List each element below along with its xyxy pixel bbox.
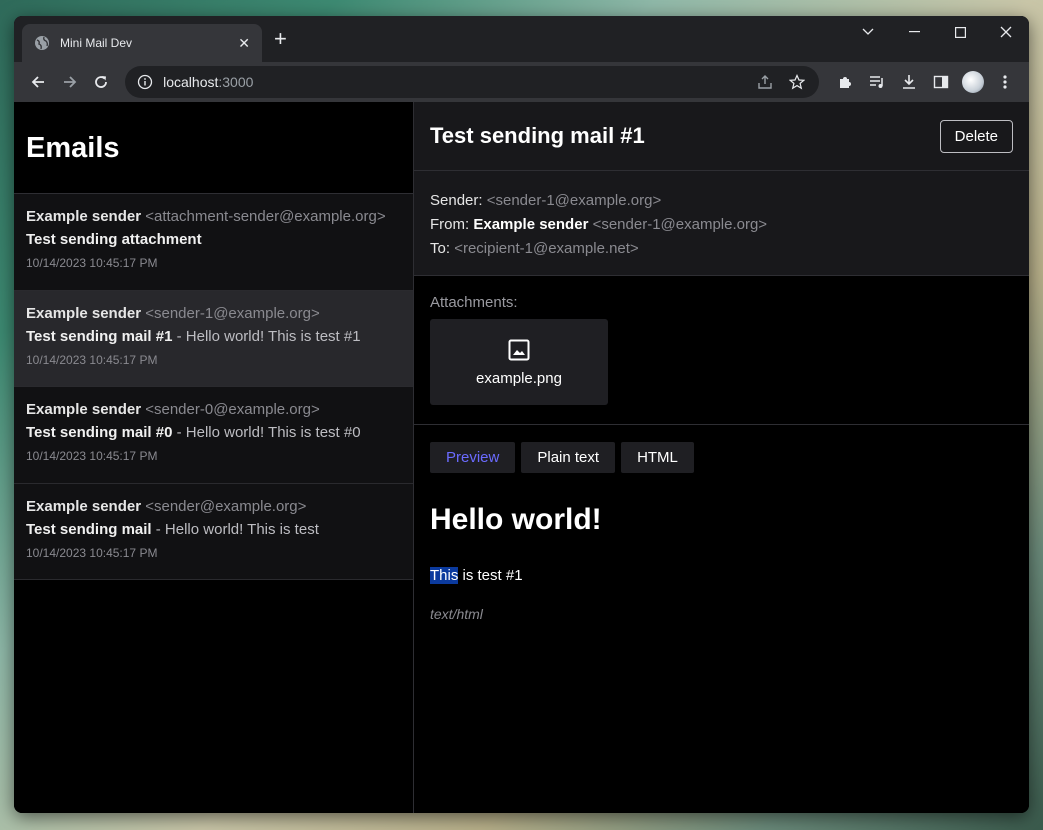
sender-name: Example sender (26, 401, 142, 418)
email-list-item[interactable]: Example sender <sender@example.org> Test… (14, 483, 413, 580)
email-preview: - Hello world! This is test (151, 520, 319, 538)
bookmark-star-icon[interactable] (787, 72, 807, 92)
from-name: Example sender (473, 216, 589, 233)
to-key: To: (430, 240, 451, 257)
side-panel-icon[interactable] (925, 66, 957, 98)
url-port: :3000 (218, 74, 254, 90)
browser-menu-icon[interactable] (989, 66, 1021, 98)
view-tabs: Preview Plain text HTML (414, 425, 1029, 473)
email-list-item[interactable]: Example sender <sender-0@example.org> Te… (14, 387, 413, 484)
reload-icon[interactable] (85, 66, 117, 98)
email-date: 10/14/2023 10:45:17 PM (26, 256, 158, 270)
sender-address: <sender@example.org> (145, 497, 307, 515)
detail-header: Test sending mail #1 Delete (414, 102, 1029, 171)
browser-toolbar: localhost:3000 (14, 62, 1029, 102)
sender-name: Example sender (26, 497, 142, 515)
tab-preview[interactable]: Preview (430, 442, 516, 473)
email-date: 10/14/2023 10:45:17 PM (26, 352, 158, 367)
sender-key: Sender: (430, 192, 483, 209)
email-subject: Test sending attachment (26, 231, 202, 248)
selected-text: This (430, 567, 459, 584)
email-title: Test sending mail #1 (430, 123, 645, 148)
mail-app: Emails Example sender <attachment-sender… (14, 102, 1029, 813)
browser-tab[interactable]: Mini Mail Dev ✕ (22, 24, 262, 62)
minimize-icon[interactable] (891, 16, 937, 48)
site-info-icon[interactable] (137, 74, 153, 90)
to-value: <recipient-1@example.net> (454, 240, 639, 257)
globe-icon (35, 36, 49, 50)
sender-address: <attachment-sender@example.org> (145, 208, 386, 225)
email-meta: Sender: <sender-1@example.org> From: Exa… (414, 171, 1029, 276)
profile-avatar[interactable] (957, 66, 989, 98)
sender-name: Example sender (26, 208, 142, 225)
extensions-icon[interactable] (829, 66, 861, 98)
maximize-icon[interactable] (937, 16, 983, 48)
address-bar[interactable]: localhost:3000 (125, 66, 819, 98)
attachment-name: example.png (476, 369, 562, 387)
body-text: is test #1 (458, 567, 523, 584)
back-icon[interactable] (22, 66, 54, 98)
content-type: text/html (430, 606, 483, 622)
url-host: localhost (163, 74, 219, 90)
share-icon[interactable] (755, 72, 775, 92)
email-list-item-selected[interactable]: Example sender <sender-1@example.org> Te… (14, 290, 413, 387)
window-controls (845, 16, 1029, 48)
download-icon[interactable] (893, 66, 925, 98)
email-body: Hello world! This is test #1 text/html (414, 473, 1029, 622)
forward-icon[interactable] (54, 66, 86, 98)
body-heading: Hello world! (430, 503, 602, 536)
email-detail-panel: Test sending mail #1 Delete Sender: <sen… (414, 102, 1029, 813)
tab-html[interactable]: HTML (621, 442, 694, 473)
close-window-icon[interactable] (983, 16, 1029, 48)
sender-name: Example sender (26, 304, 142, 322)
sender-address: <sender-1@example.org> (145, 304, 320, 322)
email-preview: - Hello world! This is test #1 (172, 327, 361, 345)
from-key: From: (430, 216, 470, 233)
email-subject: Test sending mail #1 (26, 327, 173, 345)
attachment-card[interactable]: example.png (430, 319, 608, 405)
email-list-item[interactable]: Example sender <attachment-sender@exampl… (14, 194, 413, 291)
tab-title: Mini Mail Dev (60, 36, 133, 50)
delete-button[interactable]: Delete (939, 119, 1013, 153)
attachments-label: Attachments: (430, 294, 518, 311)
attachments-section: Attachments: example.png (414, 276, 1029, 425)
browser-window: Mini Mail Dev ✕ + localhost:3000 Emails… (14, 16, 1029, 813)
tab-close-icon[interactable]: ✕ (238, 35, 250, 52)
email-subject: Test sending mail (26, 520, 152, 538)
body-paragraph: This is test #1 (430, 567, 1013, 584)
tab-plain-text[interactable]: Plain text (521, 442, 616, 473)
toolbar-icons (829, 66, 1021, 98)
title-bar: Mini Mail Dev ✕ + (14, 16, 1029, 62)
new-tab-button[interactable]: + (274, 28, 287, 50)
tab-search-icon[interactable] (845, 16, 891, 48)
email-subject: Test sending mail #0 (26, 424, 173, 441)
email-preview: - Hello world! This is test #0 (172, 424, 361, 441)
media-queue-icon[interactable] (861, 66, 893, 98)
sender-value: <sender-1@example.org> (486, 192, 662, 209)
email-list-panel: Emails Example sender <attachment-sender… (14, 102, 414, 813)
emails-heading: Emails (14, 102, 413, 194)
sender-address: <sender-0@example.org> (145, 401, 320, 418)
email-date: 10/14/2023 10:45:17 PM (26, 449, 158, 463)
from-address: <sender-1@example.org> (592, 216, 768, 233)
image-icon (508, 339, 530, 360)
email-date: 10/14/2023 10:45:17 PM (26, 545, 158, 560)
